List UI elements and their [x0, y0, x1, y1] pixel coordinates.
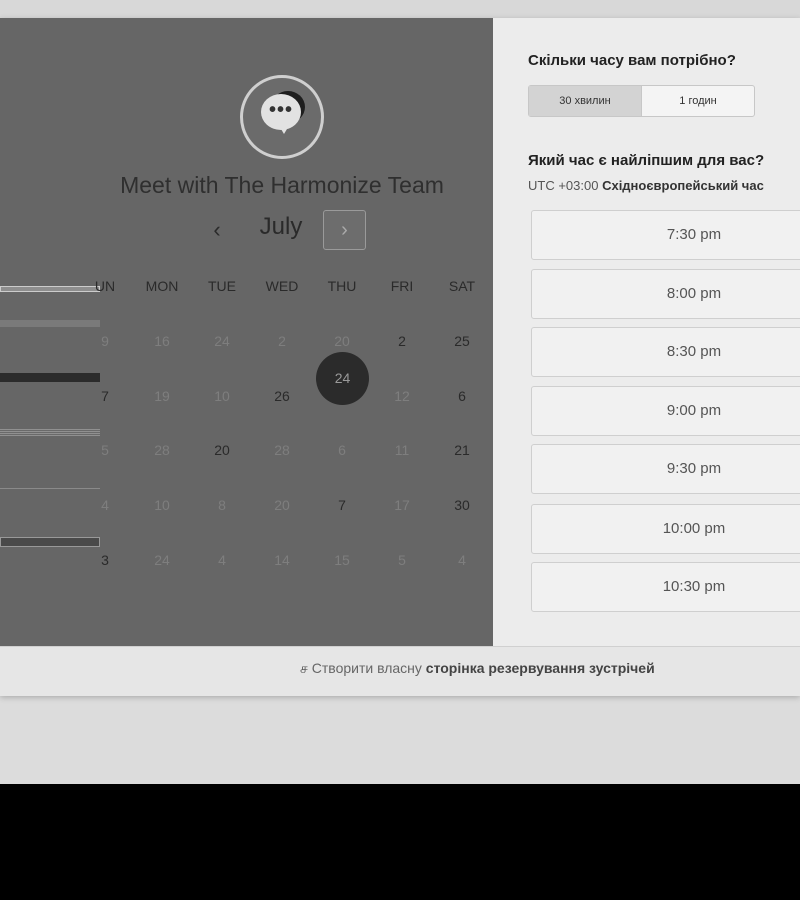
calendar-day: 2: [278, 333, 286, 349]
calendar-day: 12: [394, 388, 410, 404]
time-slot-label: 7:30 pm: [666, 226, 722, 243]
calendar-day: 8: [218, 497, 226, 513]
time-slot-button[interactable]: 10:30 pm: [531, 562, 800, 612]
calendar-day: 16: [154, 333, 170, 349]
time-question: Який час є найліпшим для вас?: [528, 152, 765, 169]
time-slot-button[interactable]: 9:30 pm: [531, 444, 800, 494]
time-slot-label: 8:30 pm: [666, 343, 722, 360]
left-edge-bar: [0, 429, 100, 436]
footer-link[interactable]: ச Створити власну сторінка резервування з…: [300, 660, 655, 679]
weekday-label: MON: [145, 278, 179, 294]
calendar-day: 14: [274, 552, 290, 568]
time-slot-label: 9:30 pm: [666, 460, 722, 477]
calendar-day-selected[interactable]: 24: [316, 352, 369, 405]
time-slot-button[interactable]: 10:00 pm: [531, 504, 800, 554]
duration-selector: 30 хвилин 1 годин: [528, 85, 755, 117]
screen: ••• Meet with The Harmonize Team ‹ July …: [0, 0, 800, 784]
time-slot-label: 9:00 pm: [666, 402, 722, 419]
calendar-day[interactable]: 6: [437, 386, 487, 406]
hubspot-sprocket-icon: ச: [300, 660, 308, 676]
calendar-day: 24: [154, 552, 170, 568]
calendar-day: 24: [214, 333, 230, 349]
weekday-label: TUE: [208, 278, 236, 294]
duration-option-60[interactable]: 1 годин: [642, 86, 754, 116]
timezone-line[interactable]: UTC +03:00 Східноєвропейський час: [528, 178, 764, 193]
calendar-day: 10: [214, 388, 230, 404]
calendar-day[interactable]: 30: [437, 495, 487, 515]
calendar-day: 4: [101, 497, 109, 513]
calendar-day: 19: [154, 388, 170, 404]
duration-option-30[interactable]: 30 хвилин: [529, 86, 642, 116]
meeting-card: ••• Meet with The Harmonize Team ‹ July …: [0, 18, 800, 696]
calendar-day[interactable]: 21: [437, 440, 487, 460]
time-slot-label: 10:00 pm: [662, 520, 726, 537]
footer: ச Створити власну сторінка резервування з…: [0, 646, 800, 696]
calendar-day: 10: [154, 497, 170, 513]
calendar-day: 9: [101, 333, 109, 349]
calendar-day[interactable]: 20: [197, 440, 247, 460]
team-title: Meet with The Harmonize Team: [120, 172, 444, 198]
calendar-day: 4: [218, 552, 226, 568]
time-slot-button[interactable]: 8:00 pm: [531, 269, 800, 319]
weekday-label: FRI: [390, 278, 414, 294]
left-edge-bar: [0, 320, 100, 327]
left-edge-bar: [0, 488, 100, 489]
calendar-day: 6: [338, 442, 346, 458]
calendar-day: 4: [458, 552, 466, 568]
calendar-panel: ••• Meet with The Harmonize Team ‹ July …: [0, 18, 493, 646]
left-edge-bar: [0, 373, 100, 382]
calendar-day: 5: [398, 552, 406, 568]
calendar-day: 28: [274, 442, 290, 458]
calendar-day[interactable]: 3: [80, 550, 130, 570]
weekday-label: UN: [94, 278, 116, 294]
time-slot-button[interactable]: 9:00 pm: [531, 386, 800, 436]
month-label: July: [259, 213, 303, 240]
calendar-day[interactable]: 26: [257, 386, 307, 406]
time-slot-button[interactable]: 8:30 pm: [531, 327, 800, 377]
time-slot-button[interactable]: 7:30 pm: [531, 210, 800, 260]
timezone-offset: UTC +03:00: [528, 178, 599, 193]
weekday-label: WED: [265, 278, 299, 294]
calendar-day: 5: [101, 442, 109, 458]
time-slot-label: 10:30 pm: [662, 578, 726, 595]
calendar-day[interactable]: 7: [80, 386, 130, 406]
calendar-day: 15: [334, 552, 350, 568]
footer-prefix: Створити власну: [311, 660, 422, 676]
calendar-day: 28: [154, 442, 170, 458]
ellipsis-icon: •••: [268, 99, 293, 121]
footer-link-text[interactable]: сторінка резервування зустрічей: [426, 660, 655, 676]
weekday-label: THU: [327, 278, 357, 294]
duration-question: Скільки часу вам потрібно?: [528, 52, 736, 69]
weekday-label: SAT: [448, 278, 476, 294]
calendar-day: 11: [394, 442, 410, 458]
timezone-name: Східноєвропейський час: [602, 178, 764, 193]
time-panel: Скільки часу вам потрібно? 30 хвилин 1 г…: [493, 18, 800, 646]
speech-bubble-tail: [278, 124, 290, 134]
calendar-day: 17: [394, 497, 410, 513]
calendar-day: 20: [274, 497, 290, 513]
top-strip: [0, 0, 800, 18]
team-logo: •••: [240, 75, 324, 159]
time-slot-label: 8:00 pm: [666, 285, 722, 302]
prev-month-button[interactable]: ‹: [205, 210, 229, 250]
left-edge-bar: [0, 537, 100, 547]
calendar-day[interactable]: 2: [377, 331, 427, 351]
next-month-button[interactable]: ›: [323, 210, 366, 250]
calendar-day[interactable]: 7: [317, 495, 367, 515]
calendar-day[interactable]: 25: [437, 331, 487, 351]
calendar-day: 20: [334, 333, 350, 349]
